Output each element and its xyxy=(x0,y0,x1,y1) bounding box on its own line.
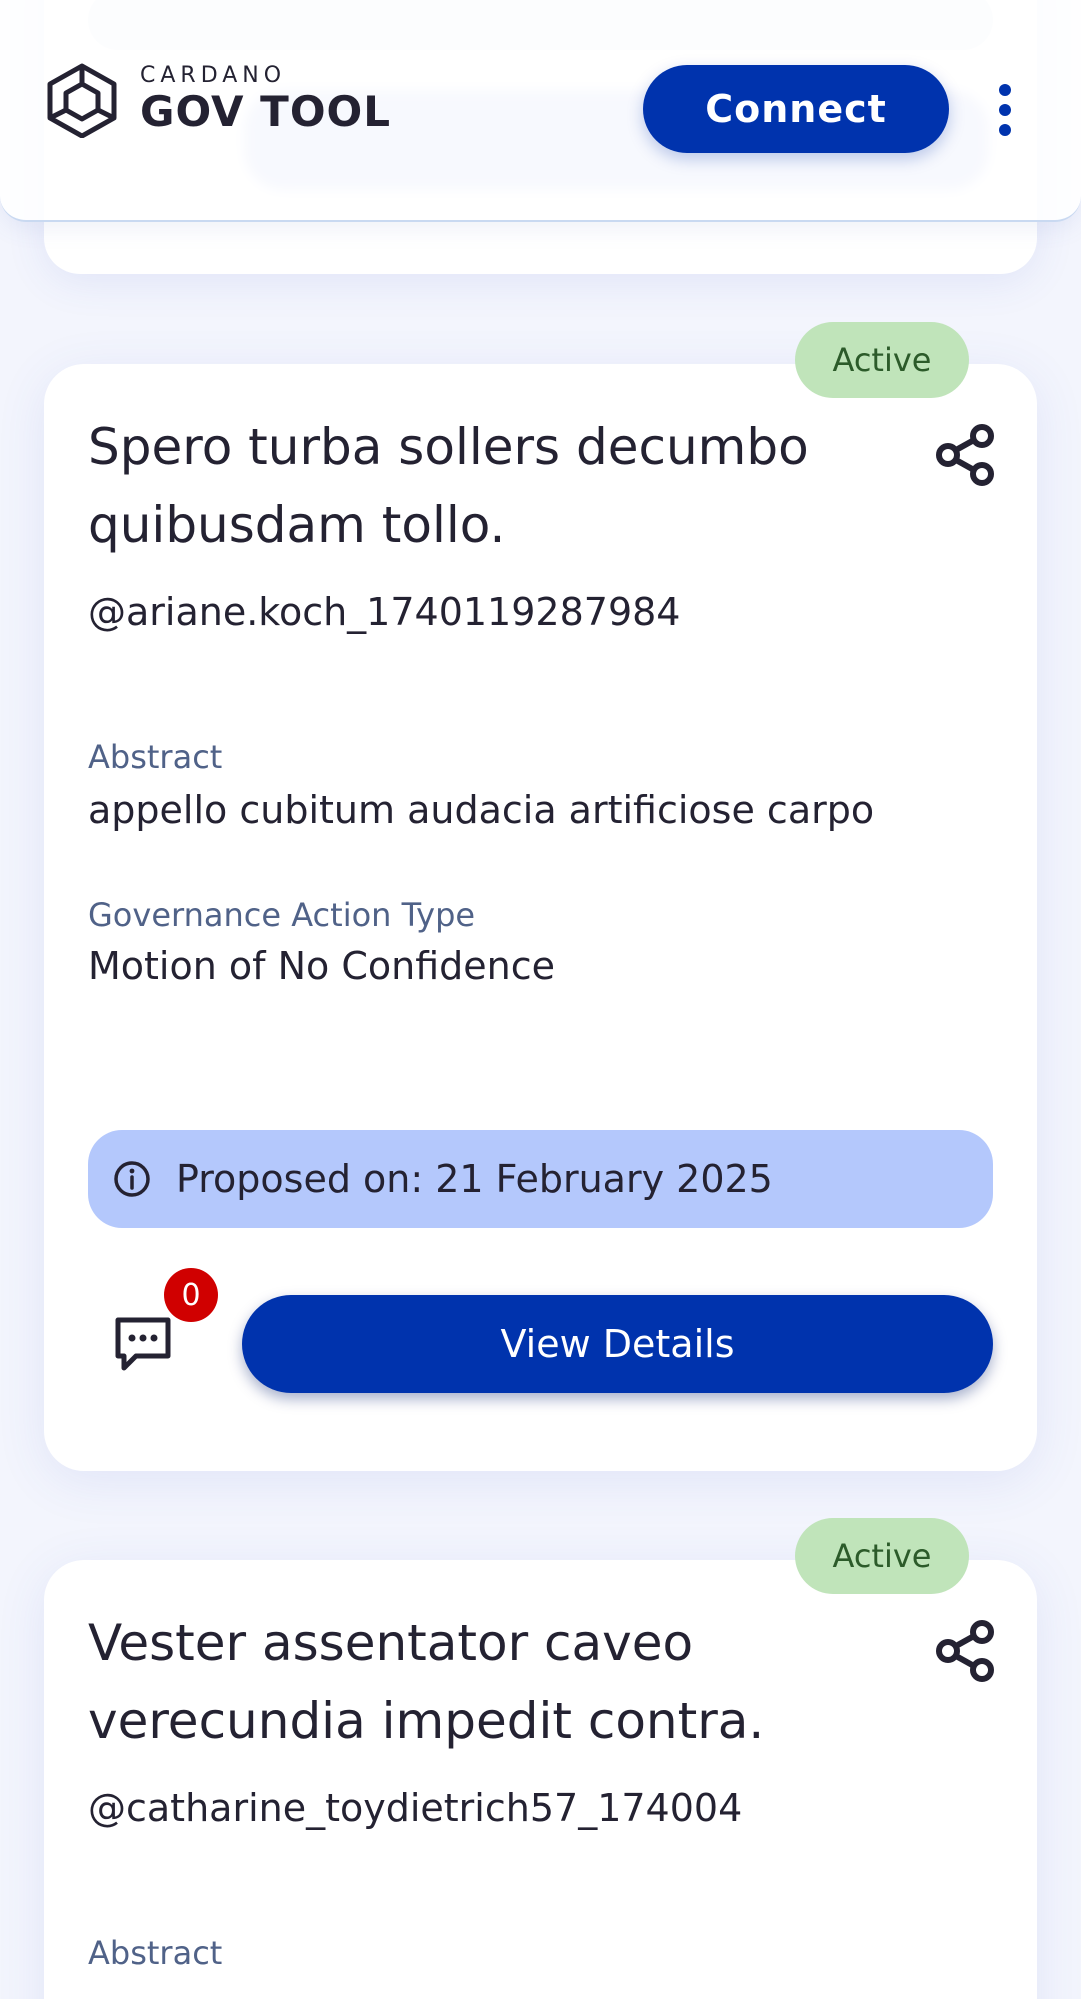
proposal-title: Vester assentator caveo verecundia imped… xyxy=(88,1614,765,1750)
connect-wallet-button[interactable]: Connect xyxy=(643,65,949,153)
app-header: CARDANO GOV TOOL Connect xyxy=(0,0,1081,222)
proposed-on-text: Proposed on: 21 February 2025 xyxy=(176,1157,773,1201)
proposal-author: @ariane.koch_1740119287984 xyxy=(88,590,681,634)
vertical-dots-icon[interactable] xyxy=(990,80,1020,140)
comment-count-badge: 0 xyxy=(164,1268,218,1322)
info-icon xyxy=(114,1161,150,1197)
action-type-label: Governance Action Type xyxy=(88,896,476,934)
logo-subtitle: CARDANO xyxy=(140,63,287,88)
page: Spero turba sollers decumbo quibusdam to… xyxy=(0,0,1081,1999)
status-badge: Active xyxy=(795,322,969,398)
proposal-title: Spero turba sollers decumbo quibusdam to… xyxy=(88,418,809,554)
cardano-hex-logo-icon xyxy=(47,63,117,138)
abstract-label: Abstract xyxy=(88,1934,223,1972)
status-badge: Active xyxy=(795,1518,969,1594)
logo-title: GOV TOOL xyxy=(140,87,391,136)
comments-button[interactable]: 0 xyxy=(110,1268,220,1378)
share-icon[interactable] xyxy=(930,420,1000,490)
action-type-value: Motion of No Confidence xyxy=(88,944,556,988)
proposal-author: @catharine_toydietrich57_174004 xyxy=(88,1786,743,1830)
abstract-value: appello cubitum audacia artificiose carp… xyxy=(88,788,875,832)
proposed-on-bar: Proposed on: 21 February 2025 xyxy=(88,1130,993,1228)
logo[interactable]: CARDANO GOV TOOL xyxy=(42,62,391,138)
share-icon[interactable] xyxy=(930,1616,1000,1686)
comment-icon xyxy=(115,1317,171,1371)
view-details-button[interactable]: View Details xyxy=(242,1295,993,1393)
proposal-card: Spero turba sollers decumbo quibusdam to… xyxy=(44,364,1037,1471)
proposal-card: Vester assentator caveo verecundia imped… xyxy=(44,1560,1037,1999)
abstract-label: Abstract xyxy=(88,738,223,776)
